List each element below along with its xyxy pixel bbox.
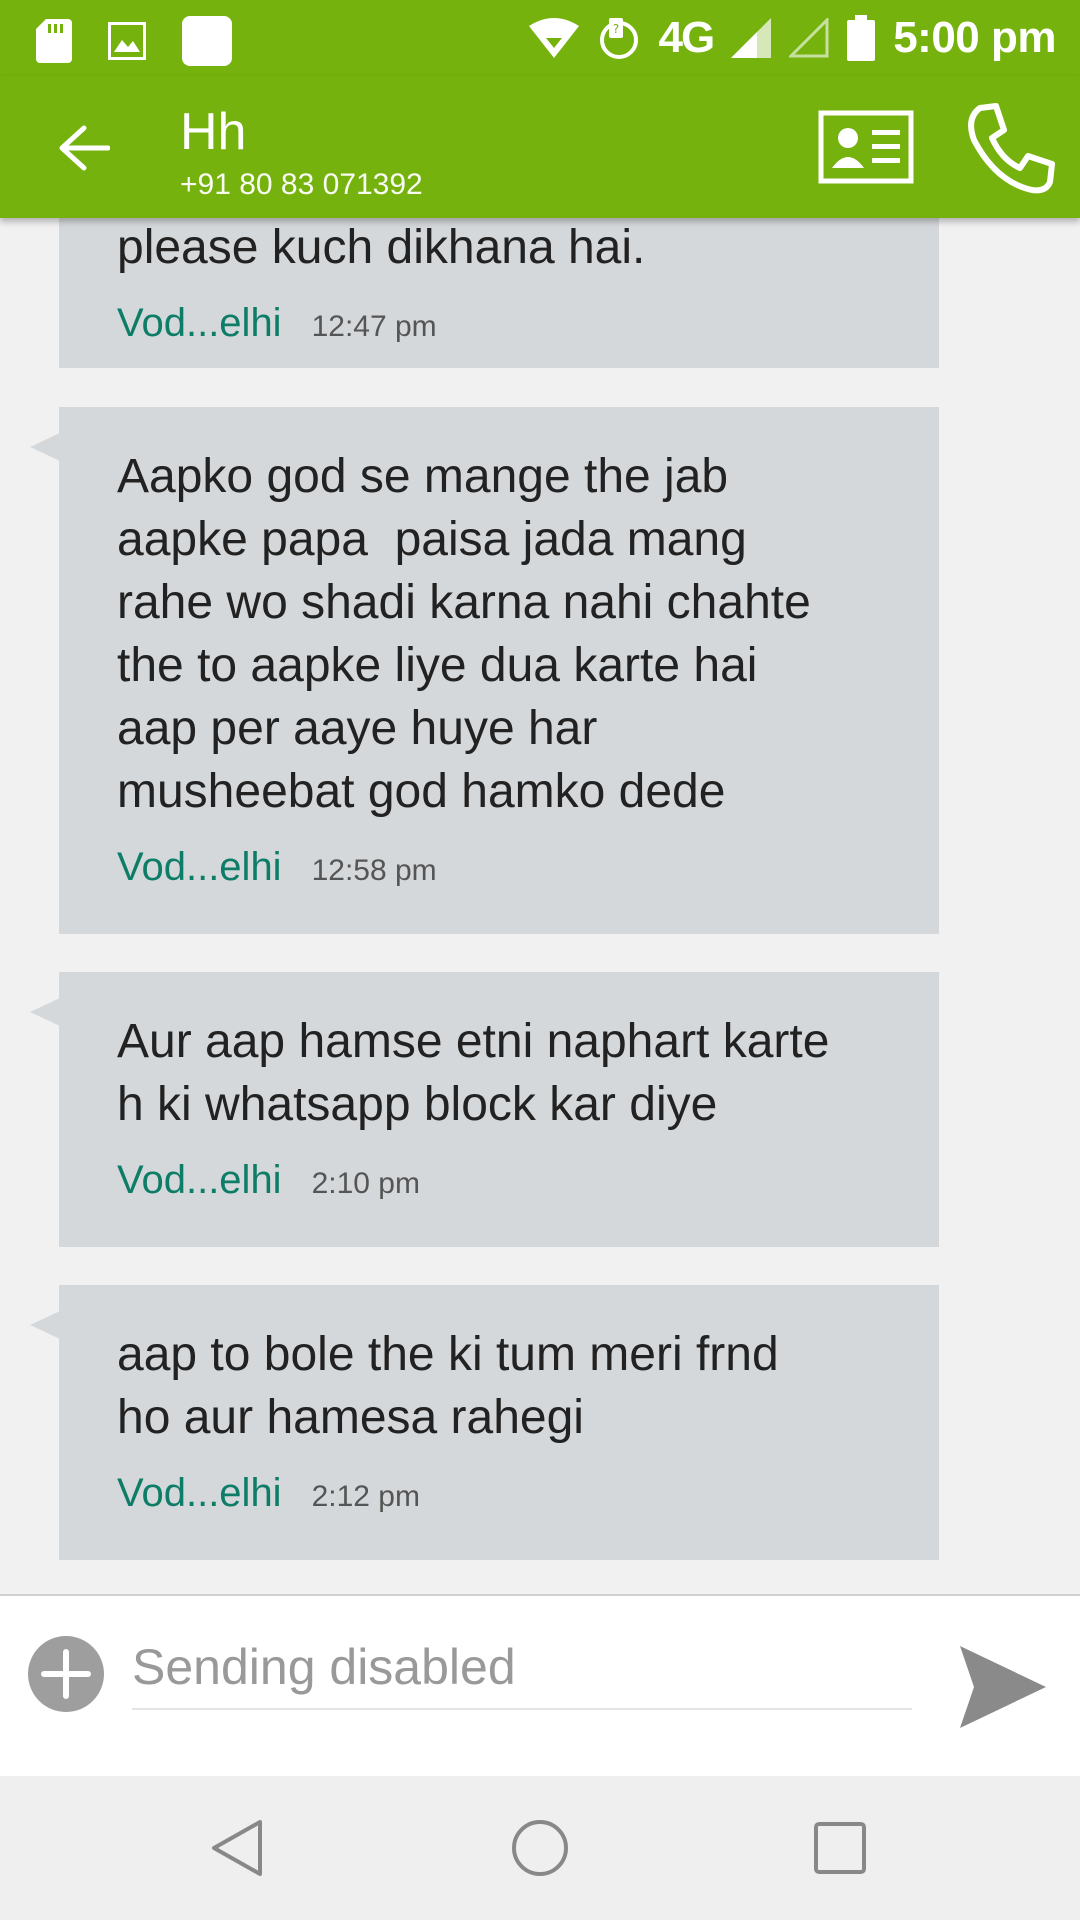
message-bubble[interactable]: Aapko god se mange the jab aapke papa pa… [30, 407, 939, 934]
message-time: 12:58 pm [311, 854, 437, 887]
contact-card-icon [818, 110, 914, 184]
image-icon [108, 22, 146, 60]
message-time: 2:12 pm [311, 1480, 420, 1513]
nav-home-button[interactable] [504, 1812, 576, 1884]
contact-card-button[interactable] [818, 110, 914, 184]
svg-text:?: ? [612, 22, 618, 36]
sim-label: Vod...elhi [117, 845, 282, 889]
attach-button[interactable] [28, 1636, 104, 1712]
sd-card-icon [36, 19, 72, 63]
clock: 5:00 pm [893, 13, 1056, 62]
square-recents-icon [814, 1822, 866, 1874]
phone-icon [968, 103, 1055, 194]
triangle-back-icon [212, 1820, 262, 1876]
message-text: Aapko god se mange the jab aapke papa pa… [117, 450, 811, 818]
sim-label: Vod...elhi [117, 1471, 282, 1515]
message-text: aap to bole the ki tum meri frnd ho aur … [117, 1328, 779, 1444]
wifi-icon [528, 18, 579, 58]
send-icon [960, 1646, 1046, 1728]
arrow-back-icon [59, 125, 110, 171]
message-text: Aur aap hamse etni naphart karte h ki wh… [117, 1015, 830, 1131]
composer-bar [0, 1594, 1080, 1778]
signal-empty-icon [789, 18, 829, 58]
back-button[interactable] [52, 116, 116, 180]
nav-back-button[interactable] [204, 1812, 276, 1884]
bubble-tail [30, 998, 60, 1026]
call-button[interactable] [962, 100, 1058, 196]
battery-icon [847, 15, 876, 61]
message-time: 2:10 pm [311, 1167, 420, 1200]
circle-home-icon [512, 1820, 568, 1876]
message-time: 12:47 pm [311, 310, 437, 343]
message-list[interactable]: please kuch dikhana hai. Vod...elhi 12:4… [0, 218, 1080, 1594]
contact-name: Hh [180, 103, 247, 161]
message-bubble[interactable]: please kuch dikhana hai. Vod...elhi 12:4… [59, 218, 939, 368]
navigation-bar [0, 1776, 1080, 1920]
app-square-icon [182, 16, 232, 66]
roaming-icon: ? [599, 18, 638, 59]
app-bar: Hh +91 80 83 071392 [0, 76, 1080, 218]
status-bar: ? 4G 5:00 pm [0, 0, 1080, 76]
bubble-tail [30, 1311, 60, 1339]
send-button[interactable] [958, 1644, 1048, 1730]
message-bubble[interactable]: Aur aap hamse etni naphart karte h ki wh… [30, 972, 939, 1247]
bubble-tail [30, 433, 60, 461]
message-bubble[interactable]: aap to bole the ki tum meri frnd ho aur … [30, 1285, 939, 1560]
sim-label: Vod...elhi [117, 301, 282, 345]
network-type: 4G [658, 13, 716, 62]
nav-recents-button[interactable] [804, 1812, 876, 1884]
sim-label: Vod...elhi [117, 1158, 282, 1202]
message-input[interactable] [132, 1626, 912, 1710]
message-text: please kuch dikhana hai. [117, 221, 646, 274]
signal-icon [731, 18, 772, 58]
contact-number: +91 80 83 071392 [180, 168, 423, 201]
plus-icon [41, 1649, 91, 1699]
